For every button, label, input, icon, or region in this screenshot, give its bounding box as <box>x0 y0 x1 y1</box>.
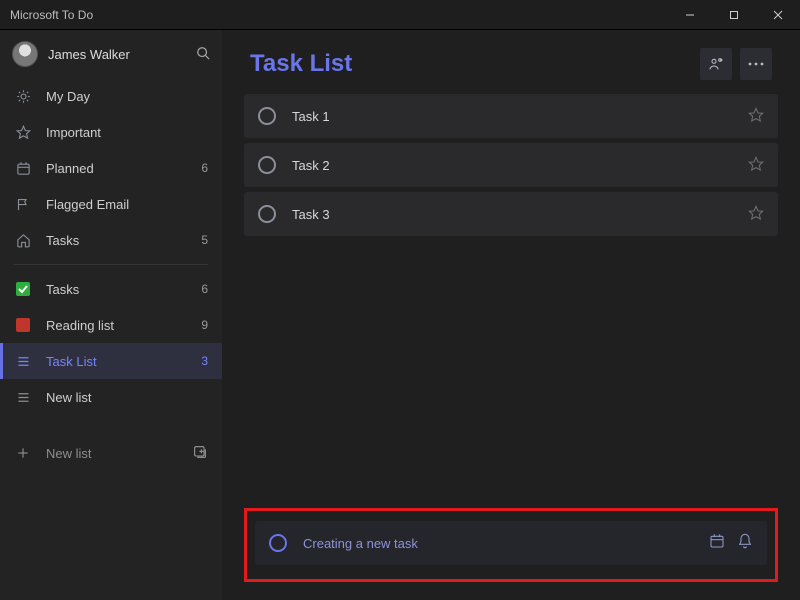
close-button[interactable] <box>756 0 800 30</box>
sidebar-item-label: Flagged Email <box>46 197 129 212</box>
sidebar-item-user-tasks[interactable]: Tasks 6 <box>0 271 222 307</box>
new-list-label: New list <box>46 446 92 461</box>
sidebar-item-label: Tasks <box>46 282 79 297</box>
sidebar-item-label: Reading list <box>46 318 114 333</box>
home-icon <box>14 233 32 248</box>
sidebar-item-count: 9 <box>201 318 208 332</box>
sidebar-item-count: 6 <box>201 282 208 296</box>
complete-checkbox[interactable] <box>258 205 276 223</box>
window-controls <box>668 0 800 29</box>
task-row[interactable]: Task 3 <box>244 192 778 236</box>
reminder-icon[interactable] <box>737 533 753 554</box>
task-row[interactable]: Task 2 <box>244 143 778 187</box>
add-task-bar[interactable] <box>255 521 767 565</box>
page-title: Task List <box>250 50 692 78</box>
plus-icon <box>14 446 32 460</box>
task-title: Task 3 <box>292 207 330 222</box>
profile-row[interactable]: James Walker <box>0 30 222 78</box>
sidebar-item-label: My Day <box>46 89 90 104</box>
star-icon[interactable] <box>748 107 764 126</box>
sidebar-item-count: 5 <box>201 233 208 247</box>
task-title: Task 2 <box>292 158 330 173</box>
maximize-button[interactable] <box>712 0 756 30</box>
minimize-button[interactable] <box>668 0 712 30</box>
sidebar-item-label: Important <box>46 125 101 140</box>
sidebar-item-task-list[interactable]: Task List 3 <box>0 343 222 379</box>
star-icon <box>14 125 32 140</box>
task-row[interactable]: Task 1 <box>244 94 778 138</box>
sidebar-item-myday[interactable]: My Day <box>0 78 222 114</box>
due-date-icon[interactable] <box>709 533 725 554</box>
sidebar-item-reading-list[interactable]: Reading list 9 <box>0 307 222 343</box>
sidebar: James Walker My Day Important <box>0 30 222 600</box>
list-color-icon <box>14 282 32 296</box>
sidebar-item-new-list[interactable]: New list <box>0 379 222 415</box>
star-icon[interactable] <box>748 156 764 175</box>
flag-icon <box>14 197 32 212</box>
sidebar-item-planned[interactable]: Planned 6 <box>0 150 222 186</box>
profile-name: James Walker <box>48 47 130 62</box>
list-icon <box>14 354 32 369</box>
star-icon[interactable] <box>748 205 764 224</box>
annotation-highlight <box>244 508 778 582</box>
sidebar-item-label: Tasks <box>46 233 79 248</box>
share-button[interactable] <box>700 48 732 80</box>
titlebar: Microsoft To Do <box>0 0 800 30</box>
add-task-circle-icon <box>269 534 287 552</box>
sidebar-item-important[interactable]: Important <box>0 114 222 150</box>
main-header: Task List <box>222 30 800 94</box>
more-button[interactable] <box>740 48 772 80</box>
sidebar-item-label: Planned <box>46 161 94 176</box>
main-pane: Task List Task 1 <box>222 30 800 600</box>
add-task-input[interactable] <box>303 536 697 551</box>
sidebar-item-count: 6 <box>201 161 208 175</box>
new-group-icon[interactable] <box>192 444 208 463</box>
calendar-icon <box>14 161 32 176</box>
sun-icon <box>14 89 32 104</box>
sidebar-item-label: Task List <box>46 354 97 369</box>
app-body: James Walker My Day Important <box>0 30 800 600</box>
complete-checkbox[interactable] <box>258 156 276 174</box>
sidebar-divider <box>14 264 208 265</box>
sidebar-item-flagged[interactable]: Flagged Email <box>0 186 222 222</box>
new-list-row[interactable]: New list <box>0 433 222 473</box>
avatar <box>12 41 38 67</box>
task-title: Task 1 <box>292 109 330 124</box>
sidebar-item-count: 3 <box>201 354 208 368</box>
list-color-icon <box>14 318 32 332</box>
task-list: Task 1 Task 2 Task 3 <box>222 94 800 241</box>
sidebar-item-label: New list <box>46 390 92 405</box>
sidebar-item-tasks[interactable]: Tasks 5 <box>0 222 222 258</box>
app-window: Microsoft To Do James Walker <box>0 0 800 600</box>
complete-checkbox[interactable] <box>258 107 276 125</box>
list-icon <box>14 390 32 405</box>
search-icon[interactable] <box>196 46 210 63</box>
app-title: Microsoft To Do <box>0 8 668 22</box>
